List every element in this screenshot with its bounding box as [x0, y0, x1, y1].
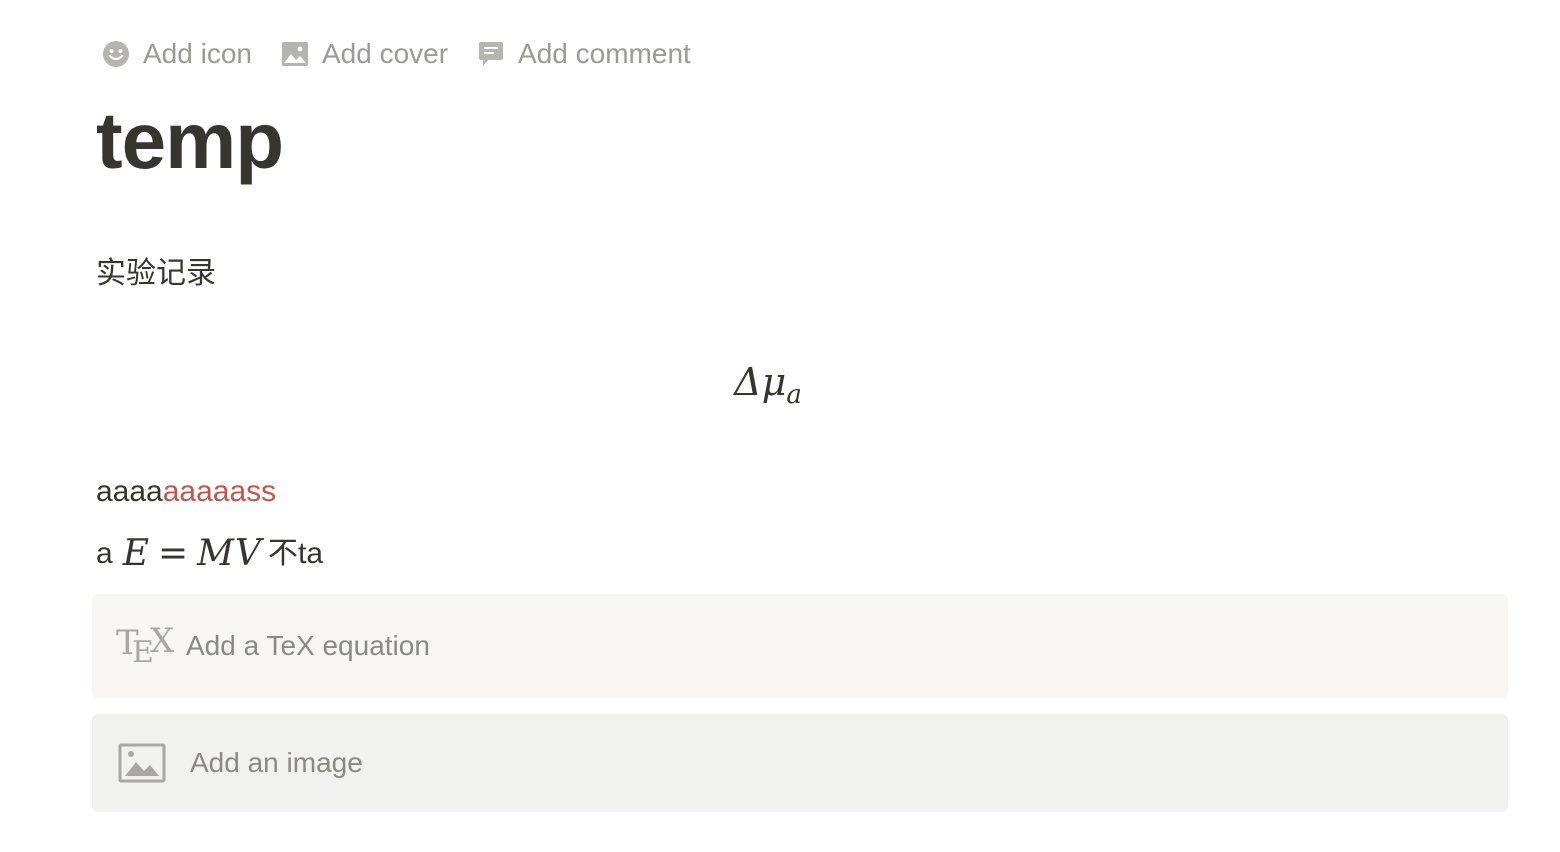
inline-equation[interactable]: E = MV	[123, 534, 262, 574]
equation-subscript: a	[786, 380, 802, 410]
text-block-heading[interactable]: 实验记录	[96, 254, 216, 294]
text-block-line-a[interactable]: aaaaaaaaass	[96, 472, 276, 512]
comment-icon	[476, 39, 506, 69]
equation-block[interactable]: Δμa	[96, 352, 1440, 412]
add-icon-button[interactable]: Add icon	[100, 34, 266, 74]
tex-logo-icon: TEX	[116, 621, 175, 670]
inline-math-operator: =	[157, 533, 190, 574]
add-comment-button[interactable]: Add comment	[476, 34, 705, 74]
inline-math-rhs: MV	[197, 533, 262, 574]
add-tex-equation-label: Add a TeX equation	[186, 630, 430, 661]
page-title[interactable]: temp	[96, 96, 284, 186]
line-b-prefix: a	[96, 537, 113, 570]
inline-math-lhs: E	[122, 533, 150, 574]
add-cover-button[interactable]: Add cover	[280, 34, 462, 74]
image-placeholder-icon	[118, 743, 166, 783]
colored-text: aaaaass	[162, 475, 277, 508]
equation-main: Δμ	[734, 360, 787, 404]
text-block-line-b[interactable]: a E = MV 不 ta	[96, 534, 323, 574]
add-comment-label: Add comment	[518, 38, 691, 69]
add-cover-label: Add cover	[321, 38, 449, 69]
page-controls: Add icon Add cover Add comment	[100, 34, 719, 74]
line-b-suffix-cn: 不	[268, 536, 298, 571]
add-image-label: Add an image	[190, 747, 363, 778]
add-tex-equation-block[interactable]: TEX Add a TeX equation	[92, 594, 1508, 698]
line-b-suffix: ta	[298, 537, 324, 570]
add-image-block[interactable]: Add an image	[92, 714, 1508, 812]
page: Add icon Add cover Add comment temp 实验记录…	[0, 0, 1560, 852]
plain-text: aaaa	[96, 475, 163, 508]
smiley-icon	[101, 39, 131, 69]
add-icon-label: Add icon	[143, 38, 252, 69]
image-icon	[280, 39, 310, 69]
